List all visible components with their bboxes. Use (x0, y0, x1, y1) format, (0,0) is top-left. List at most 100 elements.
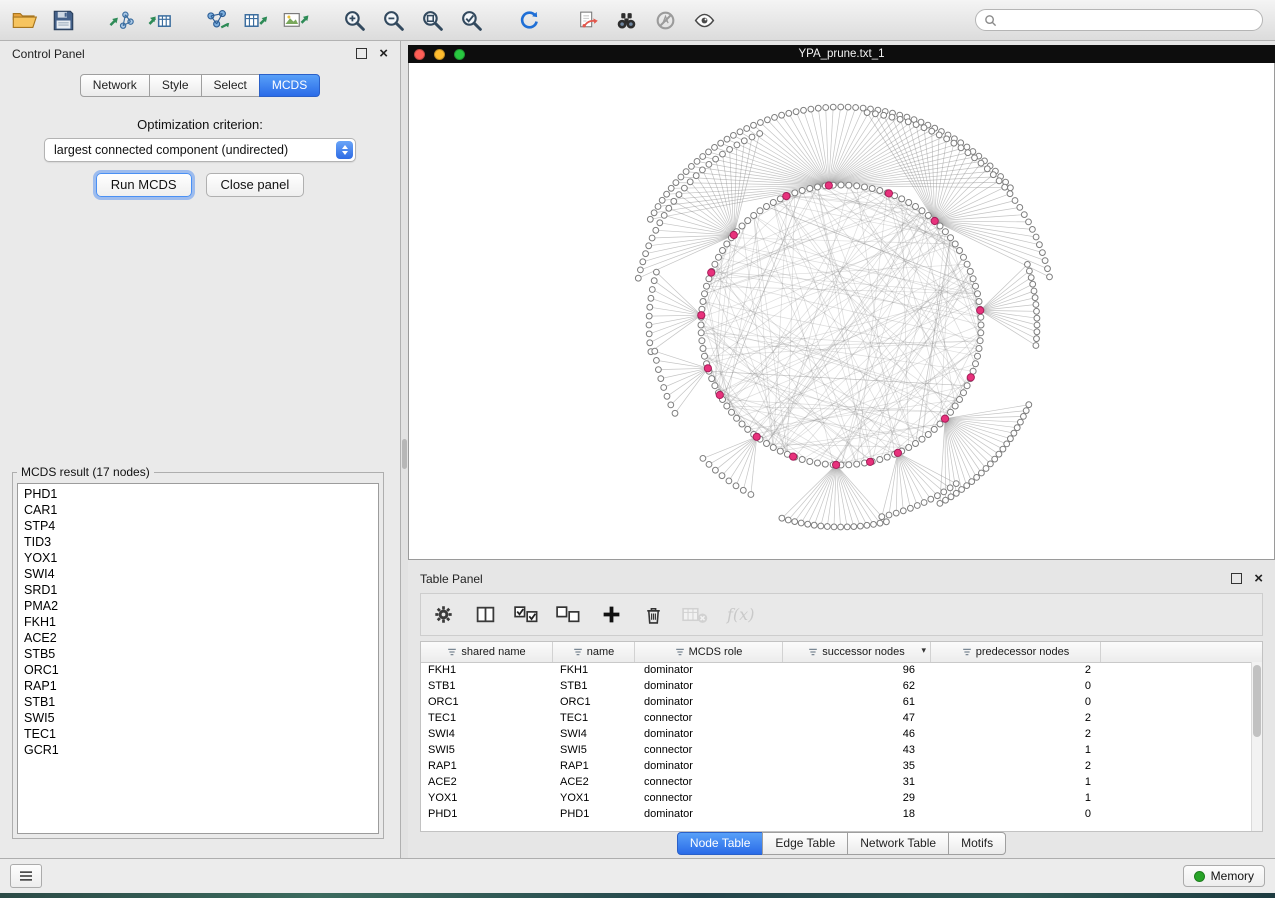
float-panel-icon[interactable] (356, 48, 367, 59)
search-input[interactable] (1002, 12, 1254, 28)
network-window: YPA_prune.txt_1 (408, 45, 1275, 560)
close-table-panel-icon[interactable]: × (1254, 571, 1263, 586)
mcds-node-rap1[interactable]: RAP1 (24, 678, 378, 694)
tab-network[interactable]: Network (80, 74, 150, 97)
table-cell: 1 (931, 790, 1101, 806)
deselect-all-icon[interactable] (555, 601, 583, 629)
hamburger-menu-button[interactable] (10, 864, 42, 888)
zoom-selected-icon[interactable] (455, 4, 487, 36)
column-header-mcds-role[interactable]: MCDS role (635, 642, 783, 662)
export-table-icon[interactable] (241, 4, 273, 36)
table-row[interactable]: SWI5SWI5connector431 (421, 742, 1251, 758)
run-mcds-button[interactable]: Run MCDS (96, 173, 192, 197)
table-cell: 29 (783, 790, 931, 806)
table-cell: 31 (783, 774, 931, 790)
search-binoculars-icon[interactable] (610, 4, 642, 36)
memory-button[interactable]: Memory (1183, 865, 1265, 887)
refresh-icon[interactable] (513, 4, 545, 36)
table-cell: dominator (635, 678, 783, 694)
table-cell: 62 (783, 678, 931, 694)
import-network-from-file-icon[interactable] (105, 4, 137, 36)
table-cell: RAP1 (421, 758, 553, 774)
table-row[interactable]: YOX1YOX1connector291 (421, 790, 1251, 806)
panel-divider[interactable] (401, 41, 408, 858)
column-header-predecessor-nodes[interactable]: predecessor nodes (931, 642, 1101, 662)
export-image-icon[interactable] (280, 4, 312, 36)
table-cell: connector (635, 790, 783, 806)
divider-scrollbar-thumb[interactable] (402, 439, 407, 469)
close-panel-icon[interactable]: × (379, 46, 388, 61)
mcds-node-phd1[interactable]: PHD1 (24, 486, 378, 502)
mcds-node-orc1[interactable]: ORC1 (24, 662, 378, 678)
open-folder-icon[interactable] (8, 4, 40, 36)
mcds-node-srd1[interactable]: SRD1 (24, 582, 378, 598)
table-cell: STB1 (421, 678, 553, 694)
mcds-node-swi4[interactable]: SWI4 (24, 566, 378, 582)
save-icon[interactable] (47, 4, 79, 36)
table-scrollbar-thumb[interactable] (1253, 665, 1261, 737)
table-row[interactable]: RAP1RAP1dominator352 (421, 758, 1251, 774)
zoom-out-icon[interactable] (377, 4, 409, 36)
criterion-dropdown[interactable]: largest connected component (undirected) (44, 138, 356, 162)
tab-mcds[interactable]: MCDS (259, 74, 320, 97)
mcds-node-yox1[interactable]: YOX1 (24, 550, 378, 566)
network-canvas[interactable] (408, 63, 1275, 560)
tab-edge-table[interactable]: Edge Table (762, 832, 848, 855)
settings-gear-icon[interactable] (429, 601, 457, 629)
table-header-row: shared namenameMCDS rolesuccessor nodes▾… (421, 642, 1262, 663)
table-cell: 2 (931, 726, 1101, 742)
hide-graphics-details-icon[interactable] (649, 4, 681, 36)
search-box[interactable] (975, 9, 1263, 31)
zoom-fit-icon[interactable] (416, 4, 448, 36)
tab-node-table[interactable]: Node Table (677, 832, 764, 855)
tab-motifs[interactable]: Motifs (948, 832, 1006, 855)
mcds-node-car1[interactable]: CAR1 (24, 502, 378, 518)
mcds-node-ace2[interactable]: ACE2 (24, 630, 378, 646)
table-cell: FKH1 (421, 662, 553, 678)
table-row[interactable]: TEC1TEC1connector472 (421, 710, 1251, 726)
minimize-window-icon[interactable] (434, 49, 445, 60)
network-window-title: YPA_prune.txt_1 (408, 48, 1275, 60)
close-window-icon[interactable] (414, 49, 425, 60)
tab-style[interactable]: Style (149, 74, 202, 97)
column-header-filler (1101, 642, 1262, 662)
table-row[interactable]: ORC1ORC1dominator610 (421, 694, 1251, 710)
select-all-icon[interactable] (513, 601, 541, 629)
zoom-in-icon[interactable] (338, 4, 370, 36)
maximize-window-icon[interactable] (454, 49, 465, 60)
table-body: FKH1FKH1dominator962STB1STB1dominator620… (421, 662, 1251, 831)
mcds-node-pma2[interactable]: PMA2 (24, 598, 378, 614)
tab-network-table[interactable]: Network Table (847, 832, 949, 855)
mcds-node-stb5[interactable]: STB5 (24, 646, 378, 662)
table-row[interactable]: ACE2ACE2connector311 (421, 774, 1251, 790)
column-header-shared-name[interactable]: shared name (421, 642, 553, 662)
copy-panel-icon[interactable] (571, 4, 603, 36)
mcds-node-tid3[interactable]: TID3 (24, 534, 378, 550)
close-panel-button[interactable]: Close panel (206, 173, 305, 197)
share-network-icon[interactable] (202, 4, 234, 36)
float-table-panel-icon[interactable] (1231, 573, 1242, 584)
mcds-node-stb1[interactable]: STB1 (24, 694, 378, 710)
table-cell: dominator (635, 806, 783, 822)
import-table-from-file-icon[interactable] (144, 4, 176, 36)
memory-label: Memory (1211, 869, 1254, 883)
column-header-name[interactable]: name (553, 642, 635, 662)
table-row[interactable]: STB1STB1dominator620 (421, 678, 1251, 694)
column-header-successor-nodes[interactable]: successor nodes▾ (783, 642, 931, 662)
table-row[interactable]: FKH1FKH1dominator962 (421, 662, 1251, 678)
tab-select[interactable]: Select (201, 74, 260, 97)
add-row-icon[interactable] (597, 601, 625, 629)
filter-arrow-icon[interactable]: ▾ (921, 645, 926, 656)
delete-row-icon[interactable] (639, 601, 667, 629)
mcds-node-fkh1[interactable]: FKH1 (24, 614, 378, 630)
mcds-node-stp4[interactable]: STP4 (24, 518, 378, 534)
network-window-titlebar[interactable]: YPA_prune.txt_1 (408, 45, 1275, 63)
mcds-node-swi5[interactable]: SWI5 (24, 710, 378, 726)
mcds-node-gcr1[interactable]: GCR1 (24, 742, 378, 758)
split-panel-icon[interactable] (471, 601, 499, 629)
table-row[interactable]: SWI4SWI4dominator462 (421, 726, 1251, 742)
mcds-node-tec1[interactable]: TEC1 (24, 726, 378, 742)
table-row[interactable]: PHD1PHD1dominator180 (421, 806, 1251, 822)
show-graphics-details-icon[interactable] (688, 4, 720, 36)
table-scrollbar[interactable] (1251, 662, 1262, 831)
